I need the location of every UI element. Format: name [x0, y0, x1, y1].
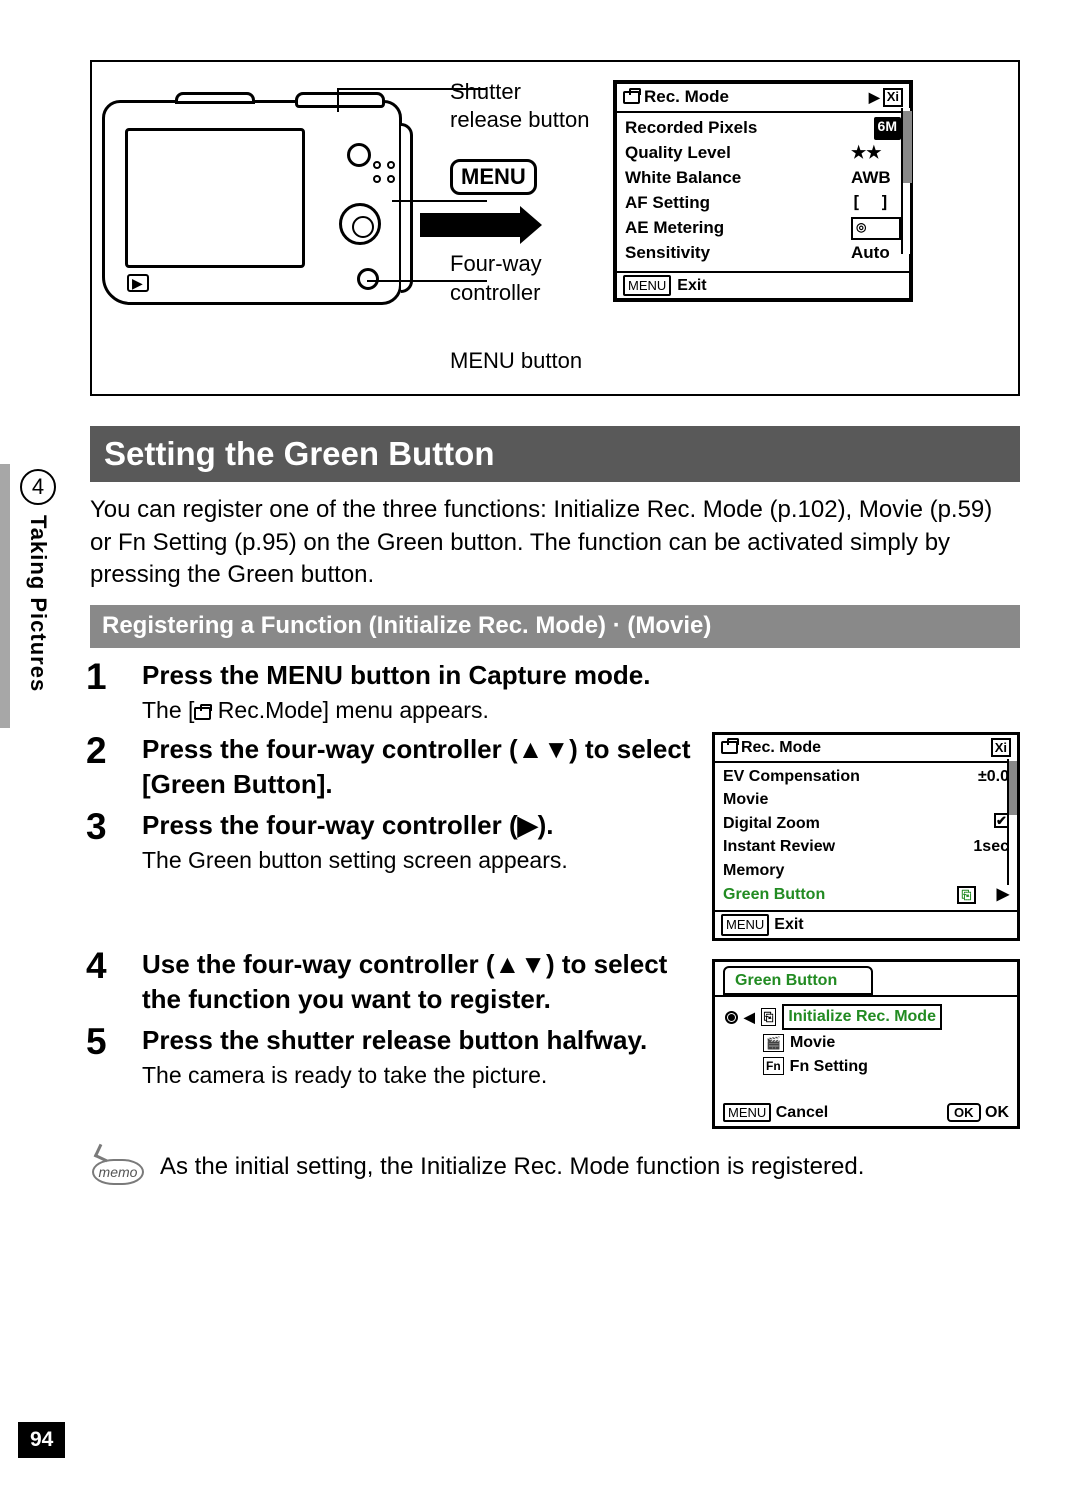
step-number: 5 [86, 1023, 122, 1091]
chapter-label: Taking Pictures [23, 515, 53, 692]
step-desc: The Green button setting screen appears. [142, 845, 696, 876]
lcd1-row-val: [ ] [851, 192, 901, 215]
chapter-number: 4 [20, 469, 56, 505]
lcd1-row-name: White Balance [625, 167, 741, 190]
lcd2-row-name: Movie [723, 789, 768, 811]
page-number: 94 [18, 1422, 65, 1458]
lcd2-row-val: 1sec [973, 836, 1009, 858]
section-title: Setting the Green Button [90, 426, 1020, 483]
lcd1-row-val: 6M [874, 117, 901, 140]
memo-text: As the initial setting, the Initialize R… [160, 1151, 864, 1183]
menu-box-icon: MENU [721, 914, 769, 936]
tool-icon: Xi [991, 738, 1011, 757]
lcd1-exit: Exit [677, 275, 706, 297]
label-fourway: Four-way controller [450, 249, 595, 308]
lcd1-row-name: Sensitivity [625, 242, 710, 265]
initialize-icon: ⎘ [761, 1008, 777, 1026]
lcd3-option: Movie [790, 1032, 835, 1054]
step-desc: The [ Rec.Mode] menu appears. [142, 695, 1020, 726]
memo-note: memo As the initial setting, the Initial… [90, 1151, 1020, 1185]
step-1: 1 Press the MENU button in Capture mode.… [86, 658, 1020, 726]
camera-figure: Shutter release button MENU Four-way con… [90, 60, 1020, 396]
step-number: 2 [86, 732, 122, 802]
lcd2-title: Rec. Mode [741, 737, 821, 759]
lcd3-option: Initialize Rec. Mode [782, 1004, 942, 1030]
lcd1-row-name: AF Setting [625, 192, 710, 215]
movie-icon: 🎬 [763, 1034, 784, 1052]
lcd1-row-name: Recorded Pixels [625, 117, 757, 140]
step-desc: The camera is ready to take the picture. [142, 1060, 696, 1091]
step-number: 3 [86, 808, 122, 876]
step-head: Use the four-way controller (▲▼) to sele… [142, 947, 696, 1017]
arrow-right-icon [420, 213, 528, 237]
lcd-rec-mode-2: Rec. Mode Xi EV Compensation ±0.0 Movie D… [712, 732, 1020, 941]
lcd1-row-val: AWB [851, 167, 901, 190]
lcd3-cancel: Cancel [776, 1104, 828, 1121]
lcd2-row-val: ±0.0 [978, 766, 1009, 788]
side-chapter-tab: 4 Taking Pictures [16, 469, 60, 692]
lcd2-row-name: EV Compensation [723, 766, 860, 788]
lcd-green-button: Green Button ◀ ⎘ Initialize Rec. Mode 🎬 … [712, 959, 1020, 1129]
camera-icon [721, 741, 738, 754]
lcd1-row-name: AE Metering [625, 217, 724, 240]
side-accent-bar [0, 464, 10, 728]
step-3: 3 Press the four-way controller (▶). The… [86, 808, 696, 876]
tool-icon: Xi [883, 88, 903, 106]
step-2: 2 Press the four-way controller (▲▼) to … [86, 732, 696, 802]
lcd2-row-name: Green Button [723, 884, 825, 906]
sub-title: Registering a Function (Initialize Rec. … [90, 605, 1020, 647]
ok-box-icon: OK [947, 1103, 981, 1122]
step-5: 5 Press the shutter release button halfw… [86, 1023, 696, 1091]
intro-text: You can register one of the three functi… [90, 494, 1020, 591]
step-4: 4 Use the four-way controller (▲▼) to se… [86, 947, 696, 1017]
menu-badge: MENU [450, 159, 537, 195]
lcd1-row-val: ★★ [851, 142, 901, 165]
step-head: Press the shutter release button halfway… [142, 1023, 696, 1058]
camera-icon [623, 91, 640, 104]
figure-labels: Shutter release button MENU Four-way con… [450, 80, 595, 376]
camera-icon [194, 707, 211, 720]
lcd1-row-val: ◎ [851, 217, 901, 240]
step-number: 4 [86, 947, 122, 1017]
step-head: Press the four-way controller (▲▼) to se… [142, 732, 696, 802]
label-shutter: Shutter release button [450, 78, 595, 133]
menu-box-icon: MENU [623, 275, 671, 297]
lcd1-row-val: Auto [851, 242, 901, 265]
step-head: Press the MENU button in Capture mode. [142, 658, 1020, 693]
lcd3-ok: OK [985, 1104, 1009, 1121]
scrollbar [901, 108, 910, 254]
radio-selected-icon [725, 1011, 738, 1024]
green-button-icon: ⎘ [957, 886, 977, 904]
lcd-rec-mode-1: Rec. Mode ▶ Xi Recorded Pixels 6M Quality… [613, 80, 913, 302]
lcd3-title: Green Button [723, 966, 873, 996]
lcd1-row-name: Quality Level [625, 142, 731, 165]
lcd2-exit: Exit [774, 914, 803, 936]
lcd2-row-name: Memory [723, 860, 784, 882]
triangle-right-icon: ▶ [997, 886, 1009, 903]
step-number: 1 [86, 658, 122, 726]
scrollbar [1007, 759, 1015, 885]
lcd3-option: Fn Setting [790, 1056, 868, 1078]
fn-icon: Fn [763, 1057, 784, 1075]
label-menu-button: MENU button [450, 346, 595, 376]
menu-box-icon: MENU [723, 1103, 771, 1122]
triangle-left-icon: ◀ [744, 1008, 755, 1027]
memo-icon: memo [90, 1151, 146, 1185]
lcd2-row-name: Instant Review [723, 836, 835, 858]
lcd1-title: Rec. Mode [644, 86, 729, 109]
lcd2-row-name: Digital Zoom [723, 813, 820, 835]
camera-illustration [102, 80, 432, 320]
step-head: Press the four-way controller (▶). [142, 808, 696, 843]
triangle-right-icon: ▶ [869, 88, 880, 107]
